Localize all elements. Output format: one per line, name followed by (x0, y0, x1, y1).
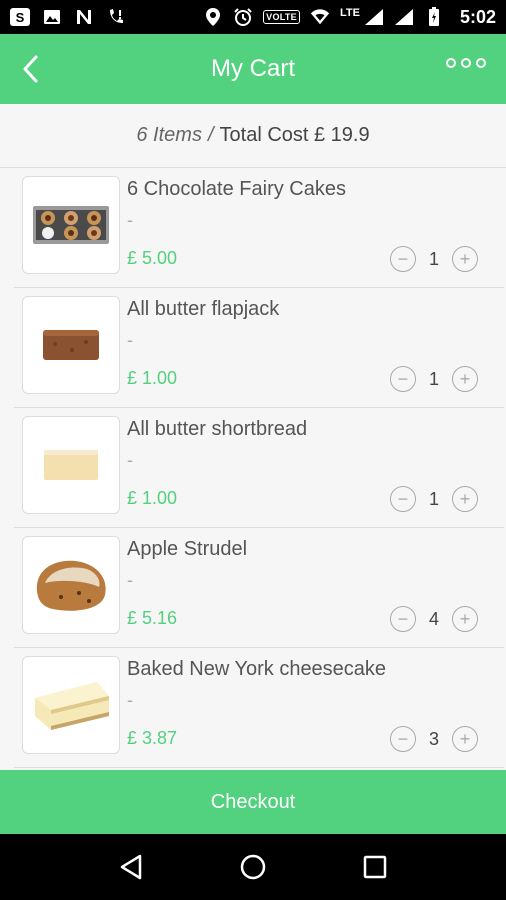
nav-back-button[interactable] (111, 847, 151, 887)
summary-separator: / (207, 124, 214, 146)
alarm-icon (233, 7, 253, 27)
location-icon (203, 7, 223, 27)
plus-icon[interactable]: + (452, 726, 478, 752)
item-name: Baked New York cheesecake (127, 658, 387, 680)
checkout-button[interactable]: Checkout (0, 770, 506, 834)
battery-icon (424, 7, 444, 27)
quantity-value: 3 (428, 728, 439, 749)
item-price: £ 1.00 (127, 488, 178, 508)
minus-icon[interactable]: − (390, 246, 416, 272)
minus-icon[interactable]: − (390, 606, 416, 632)
shortbread-image (22, 416, 120, 514)
signal-icon (364, 7, 384, 27)
quantity-stepper: − 4 + (390, 606, 478, 632)
strudel-image (22, 536, 120, 634)
quantity-stepper: − 3 + (390, 726, 478, 752)
plus-icon[interactable]: + (452, 486, 478, 512)
skype-icon: S (10, 8, 30, 26)
cheesecake-image (22, 656, 120, 754)
n-icon (74, 7, 94, 27)
cart-list[interactable]: 6 Chocolate Fairy Cakes - £ 5.00 − 1 + A… (0, 168, 506, 770)
fairy-cakes-image (22, 176, 120, 274)
item-name: Apple Strudel (127, 538, 248, 560)
more-dots-icon (461, 58, 471, 68)
quantity-value: 1 (428, 368, 439, 389)
item-description: - (127, 570, 133, 590)
flapjack-image (22, 296, 120, 394)
cart-summary: 6 Items / Total Cost £ 19.9 (0, 104, 506, 168)
item-price: £ 1.00 (127, 368, 178, 388)
item-price: £ 5.16 (127, 608, 178, 628)
quantity-value: 1 (428, 248, 439, 269)
more-dots-icon (446, 58, 456, 68)
item-description: - (127, 690, 133, 710)
plus-icon[interactable]: + (452, 606, 478, 632)
triangle-back-icon (120, 854, 142, 880)
back-button[interactable] (14, 52, 46, 86)
square-recents-icon (363, 855, 387, 879)
plus-icon[interactable]: + (452, 366, 478, 392)
signal-icon-2 (394, 7, 414, 27)
clock: 5:02 (459, 6, 496, 27)
minus-icon[interactable]: − (390, 726, 416, 752)
nav-home-button[interactable] (233, 847, 273, 887)
system-nav-bar (0, 834, 506, 900)
lte-label: LTE (340, 7, 360, 19)
items-count: 6 Items (136, 124, 202, 146)
more-options-button[interactable] (446, 58, 486, 68)
plus-icon[interactable]: + (452, 246, 478, 272)
item-price: £ 3.87 (127, 728, 178, 748)
nav-recents-button[interactable] (355, 847, 395, 887)
minus-icon[interactable]: − (390, 486, 416, 512)
item-price: £ 5.00 (127, 248, 178, 268)
missed-call-icon (106, 7, 126, 27)
chevron-left-icon (23, 55, 38, 83)
item-name: All butter shortbread (127, 418, 308, 440)
item-description: - (127, 330, 133, 350)
app-bar: My Cart (0, 34, 506, 104)
page-title: My Cart (211, 55, 295, 82)
total-cost: Total Cost £ 19.9 (219, 124, 370, 146)
item-description: - (127, 450, 133, 470)
quantity-stepper: − 1 + (390, 486, 478, 512)
status-bar: S VOLTE LTE 5:02 (0, 0, 506, 34)
wifi-icon (310, 7, 330, 27)
cart-item[interactable]: Baked New York cheesecake - £ 3.87 − 3 + (14, 648, 504, 768)
quantity-stepper: − 1 + (390, 366, 478, 392)
cart-item[interactable]: All butter flapjack - £ 1.00 − 1 + (14, 288, 504, 408)
more-dots-icon (476, 58, 486, 68)
quantity-value: 4 (428, 608, 439, 629)
item-name: All butter flapjack (127, 298, 280, 320)
quantity-value: 1 (428, 488, 439, 509)
item-description: - (127, 210, 133, 230)
cart-item[interactable]: All butter shortbread - £ 1.00 − 1 + (14, 408, 504, 528)
circle-home-icon (240, 854, 266, 880)
minus-icon[interactable]: − (390, 366, 416, 392)
cart-item[interactable]: 6 Chocolate Fairy Cakes - £ 5.00 − 1 + (14, 168, 504, 288)
cart-item[interactable]: Apple Strudel - £ 5.16 − 4 + (14, 528, 504, 648)
item-name: 6 Chocolate Fairy Cakes (127, 178, 346, 200)
volte-icon: VOLTE (263, 10, 300, 24)
image-icon (42, 7, 62, 27)
quantity-stepper: − 1 + (390, 246, 478, 272)
